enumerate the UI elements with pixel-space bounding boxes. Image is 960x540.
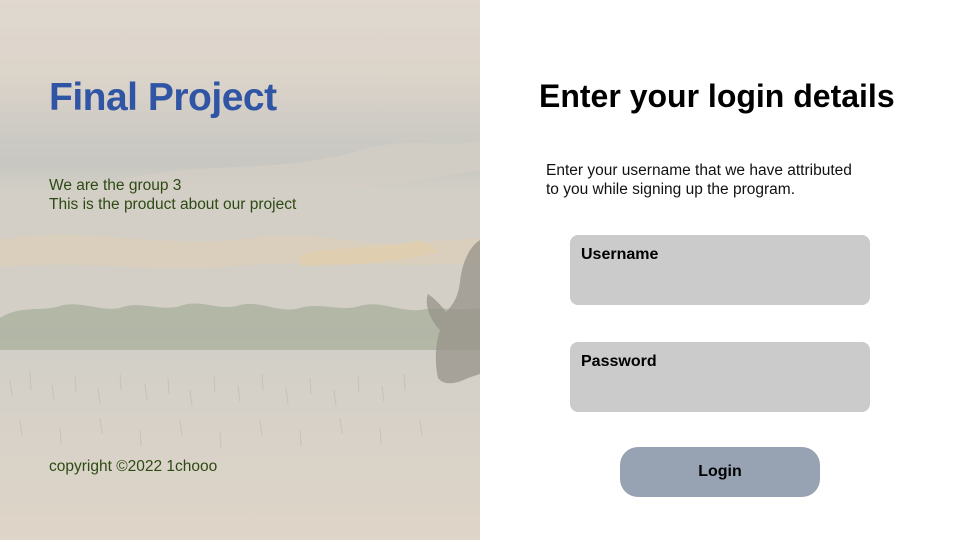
password-field[interactable]: Password	[570, 342, 870, 412]
password-label: Password	[581, 353, 657, 370]
hero-panel: Final Project We are the group 3 This is…	[0, 0, 480, 540]
hero-description-line: We are the group 3	[49, 177, 182, 194]
username-field[interactable]: Username	[570, 235, 870, 305]
copyright-text: copyright ©2022 1chooo	[49, 458, 218, 475]
hero-description-line: This is the product about our project	[49, 196, 297, 213]
login-instructions-line: Enter your username that we have attribu…	[546, 162, 852, 179]
login-instructions: Enter your username that we have attribu…	[546, 161, 852, 199]
hero-title: Final Project	[49, 76, 277, 119]
login-heading: Enter your login details	[539, 78, 895, 114]
username-input[interactable]	[581, 271, 859, 295]
username-label: Username	[581, 246, 659, 263]
login-instructions-line: to you while signing up the program.	[546, 181, 796, 198]
login-button[interactable]: Login	[620, 447, 820, 497]
password-input[interactable]	[581, 378, 859, 402]
login-panel: Enter your login details Enter your user…	[480, 0, 960, 540]
hero-description: We are the group 3 This is the product a…	[49, 176, 296, 214]
